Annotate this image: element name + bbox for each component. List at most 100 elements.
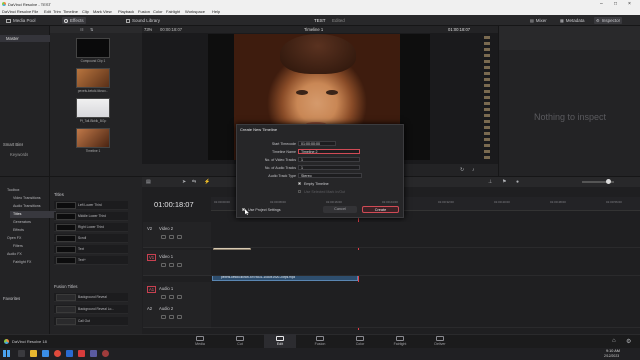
loop-icon[interactable]: ↻ bbox=[460, 167, 464, 173]
track-id[interactable]: V1 bbox=[147, 254, 157, 261]
menu-item-color[interactable]: Color bbox=[153, 9, 163, 14]
title-item[interactable]: Text+ bbox=[54, 256, 128, 265]
mute-icon[interactable] bbox=[177, 295, 182, 299]
fusion-title-item[interactable]: Background Reveal Lo... bbox=[54, 305, 128, 314]
menu-item-playback[interactable]: Playback bbox=[118, 9, 134, 14]
cancel-button[interactable]: Cancel bbox=[323, 206, 357, 213]
page-tab-edit[interactable]: Edit bbox=[264, 334, 296, 348]
mute-icon[interactable] bbox=[177, 235, 182, 239]
close-button[interactable]: × bbox=[628, 1, 631, 7]
use-project-settings-checkbox[interactable] bbox=[242, 208, 245, 211]
speaker-icon[interactable]: ♪ bbox=[472, 167, 475, 173]
dialog-field-value[interactable]: 1 bbox=[298, 165, 360, 170]
mute-icon[interactable] bbox=[177, 263, 182, 267]
minimize-button[interactable]: – bbox=[600, 1, 603, 7]
flag-icon[interactable]: ⚑ bbox=[502, 179, 506, 185]
page-tab-deliver[interactable]: Deliver bbox=[424, 334, 456, 348]
eye-icon[interactable] bbox=[169, 263, 174, 267]
effects-tree-item-open-fx[interactable]: Open FX bbox=[4, 235, 50, 242]
search-icon[interactable] bbox=[18, 350, 25, 357]
effects-tree-item-filters[interactable]: Filters bbox=[10, 243, 56, 250]
dialog-field-value[interactable]: 01:00:00:00 bbox=[298, 141, 336, 146]
page-tab-color[interactable]: Color bbox=[344, 334, 376, 348]
effects-button[interactable]: Effects bbox=[62, 17, 86, 24]
effects-tree-item-toolbox[interactable]: Toolbox bbox=[4, 187, 50, 194]
resolve-taskbar-icon[interactable] bbox=[102, 350, 109, 357]
page-tab-fairlight[interactable]: Fairlight bbox=[384, 334, 416, 348]
title-item[interactable]: Right Lower Third bbox=[54, 223, 128, 232]
dialog-field-value[interactable]: 1 bbox=[298, 157, 360, 162]
effects-tree-item-video-transitions[interactable]: Video Transitions bbox=[10, 195, 56, 202]
solo-icon[interactable] bbox=[169, 295, 174, 299]
effects-tree-item-effects[interactable]: Effects bbox=[10, 227, 56, 234]
lock-icon[interactable] bbox=[161, 263, 166, 267]
media-clip-thumbnail[interactable] bbox=[76, 128, 110, 148]
track-id[interactable]: A1 bbox=[147, 286, 157, 293]
menu-item-trim[interactable]: Trim bbox=[53, 9, 61, 14]
menu-item-fairlight[interactable]: Fairlight bbox=[166, 9, 180, 14]
track-lane-v1[interactable] bbox=[211, 250, 640, 276]
media-clip-thumbnail[interactable] bbox=[76, 98, 110, 118]
sort-icon[interactable]: ⇅ bbox=[90, 27, 93, 32]
app-icon[interactable] bbox=[90, 350, 97, 357]
title-item[interactable]: Scroll bbox=[54, 234, 128, 243]
mute-icon[interactable] bbox=[177, 315, 182, 319]
settings-icon[interactable]: ⚙ bbox=[626, 338, 631, 345]
mixer-button[interactable]: ▤ Mixer bbox=[528, 17, 549, 24]
lock-icon[interactable] bbox=[161, 315, 166, 319]
track-lane-v2[interactable] bbox=[211, 222, 640, 248]
list-view-icon[interactable]: ☷ bbox=[80, 27, 84, 32]
empty-timeline-checkbox[interactable] bbox=[298, 182, 301, 185]
solo-icon[interactable] bbox=[169, 315, 174, 319]
media-clip-thumbnail[interactable] bbox=[76, 68, 110, 88]
select-tool-icon[interactable]: ➤ bbox=[182, 179, 186, 185]
viewer-timeline-name[interactable]: Timeline 1 bbox=[304, 27, 323, 32]
menu-item-file[interactable]: File bbox=[32, 9, 38, 14]
lock-icon[interactable] bbox=[161, 235, 166, 239]
effects-tree-item-fairlight-fx[interactable]: Fairlight FX bbox=[10, 259, 56, 266]
menu-item-mark[interactable]: Mark bbox=[93, 9, 102, 14]
media-clip-thumbnail[interactable] bbox=[76, 38, 110, 58]
edge-icon[interactable] bbox=[42, 350, 49, 357]
viewer-zoom[interactable]: 73% bbox=[144, 27, 152, 32]
maximize-button[interactable]: □ bbox=[614, 1, 617, 7]
menu-item-timeline[interactable]: Timeline bbox=[63, 9, 78, 14]
menu-item-edit[interactable]: Edit bbox=[44, 9, 51, 14]
title-item[interactable]: Middle Lower Third bbox=[54, 212, 128, 221]
effects-tree-item-generators[interactable]: Generators bbox=[10, 219, 56, 226]
effects-tree-item-audio-fx[interactable]: Audio FX bbox=[4, 251, 50, 258]
create-button[interactable]: Create bbox=[362, 206, 399, 213]
eye-icon[interactable] bbox=[169, 235, 174, 239]
inspector-button[interactable]: ⚙ Inspector bbox=[594, 17, 623, 24]
bin-keywords[interactable]: Keywords bbox=[10, 152, 28, 157]
track-id[interactable]: A2 bbox=[147, 306, 152, 311]
marker-icon[interactable]: ● bbox=[516, 179, 519, 185]
page-tab-fusion[interactable]: Fusion bbox=[304, 334, 336, 348]
media-pool-button[interactable]: Media Pool bbox=[4, 17, 38, 24]
menu-item-clip[interactable]: Clip bbox=[82, 9, 89, 14]
title-item[interactable]: Left Lower Third bbox=[54, 201, 128, 210]
fusion-title-item[interactable]: Background Reveal bbox=[54, 293, 128, 302]
use-selected-checkbox[interactable] bbox=[298, 190, 301, 193]
effects-tree-item-titles[interactable]: Titles bbox=[10, 211, 56, 218]
track-id[interactable]: V2 bbox=[147, 226, 152, 231]
windows-start-icon[interactable] bbox=[3, 350, 10, 357]
page-tab-media[interactable]: Media bbox=[184, 334, 216, 348]
page-tab-cut[interactable]: Cut bbox=[224, 334, 256, 348]
dialog-field-value[interactable]: Stereo bbox=[298, 173, 362, 178]
blade-tool-icon[interactable]: ⚡ bbox=[204, 179, 210, 185]
lock-icon[interactable] bbox=[161, 295, 166, 299]
zoom-slider-handle[interactable] bbox=[606, 179, 611, 184]
bin-master[interactable]: Master bbox=[0, 35, 50, 42]
chrome-icon[interactable] bbox=[54, 350, 61, 357]
snapping-icon[interactable]: ⊥ bbox=[488, 179, 492, 185]
layout-icon[interactable]: ▤ bbox=[146, 179, 151, 185]
file-explorer-icon[interactable] bbox=[30, 350, 37, 357]
menu-item-view[interactable]: View bbox=[103, 9, 112, 14]
track-lane-a2[interactable] bbox=[211, 302, 640, 328]
effects-tree-item-audio-transitions[interactable]: Audio Transitions bbox=[10, 203, 56, 210]
fusion-title-item[interactable]: Call Out bbox=[54, 317, 128, 326]
menu-item-davinci-resolve[interactable]: DaVinci Resolve bbox=[2, 9, 31, 14]
dialog-field-value[interactable]: Timeline 2 bbox=[298, 149, 360, 154]
menu-item-fusion[interactable]: Fusion bbox=[138, 9, 150, 14]
